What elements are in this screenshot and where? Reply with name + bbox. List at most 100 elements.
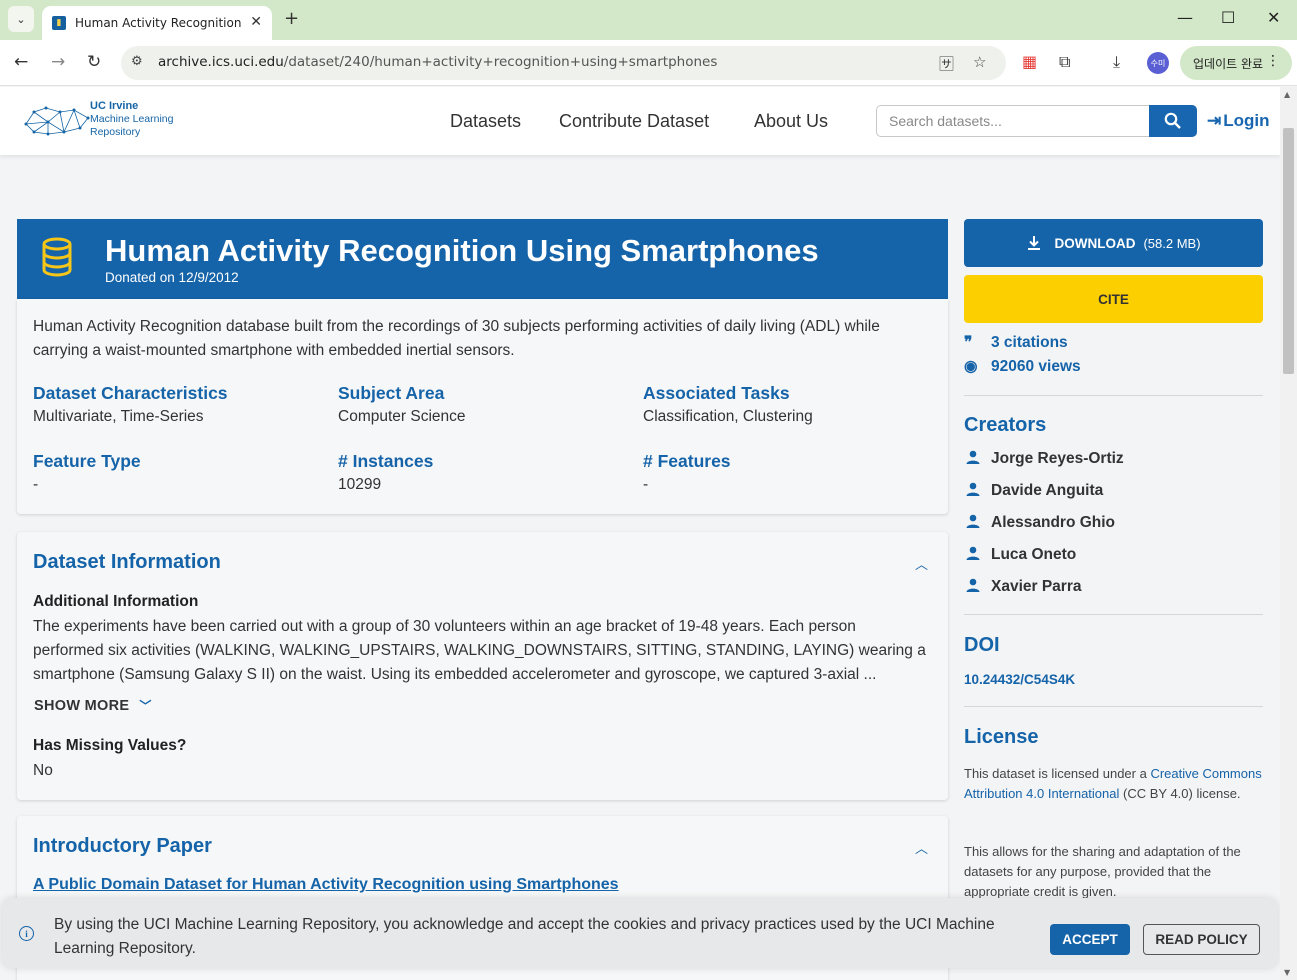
browser-toolbar: ← → ↻ ⚙ archive.ics.uci.edu/dataset/240/… [0, 40, 1297, 86]
site-header: UC Irvine Machine Learning Repository Da… [0, 87, 1280, 155]
subject-area-label: Subject Area [338, 383, 445, 403]
minimize-icon[interactable]: — [1177, 8, 1193, 27]
chevron-down-icon: ⌄ [16, 12, 26, 26]
missing-values-label: Has Missing Values? [33, 737, 187, 754]
dataset-summary-card: Human Activity Recognition database buil… [17, 299, 948, 514]
search-icon [1164, 112, 1181, 129]
person-icon [966, 482, 980, 496]
new-tab-icon[interactable]: + [284, 8, 299, 29]
search-input[interactable] [877, 106, 1149, 136]
address-bar[interactable]: ⚙ archive.ics.uci.edu/dataset/240/human+… [121, 46, 1006, 80]
download-size: (58.2 MB) [1143, 235, 1201, 251]
person-icon [966, 578, 980, 592]
creator-item: Alessandro Ghio [964, 513, 1115, 532]
scroll-up-icon[interactable]: ▲ [1284, 90, 1290, 99]
forward-icon[interactable]: → [51, 52, 65, 72]
divider [964, 395, 1263, 396]
quote-icon: ❞ [964, 334, 973, 351]
scroll-thumb[interactable] [1283, 128, 1294, 374]
info-icon: i [19, 926, 34, 941]
person-icon [966, 514, 980, 528]
associated-tasks-label: Associated Tasks [643, 383, 790, 403]
cookie-banner: i By using the UCI Machine Learning Repo… [2, 898, 1278, 968]
license-title: License [964, 726, 1039, 748]
login-label: Login [1223, 111, 1270, 130]
feature-type-label: Feature Type [33, 451, 141, 471]
scroll-down-icon[interactable]: ▼ [1284, 968, 1290, 977]
additional-information-label: Additional Information [33, 593, 199, 610]
nav-contribute-dataset[interactable]: Contribute Dataset [559, 111, 709, 132]
missing-values-value: No [33, 762, 53, 779]
divider [964, 706, 1263, 707]
characteristics-label: Dataset Characteristics [33, 383, 228, 403]
download-icon[interactable]: ⤓ [1113, 52, 1120, 72]
views-count: ◉ 92060 views [964, 358, 1081, 375]
dataset-information-card: Dataset Information ︿ Additional Informa… [17, 532, 948, 800]
database-icon [42, 237, 72, 277]
search-box [876, 105, 1197, 137]
creators-title: Creators [964, 414, 1047, 436]
nav-datasets[interactable]: Datasets [450, 111, 521, 132]
doi-title: DOI [964, 634, 1000, 656]
cite-button[interactable]: CITE [964, 275, 1263, 323]
back-icon[interactable]: ← [14, 52, 28, 72]
tab-search-button[interactable]: ⌄ [8, 6, 34, 32]
close-icon[interactable]: ✕ [250, 14, 262, 30]
download-label: DOWNLOAD [1054, 235, 1136, 251]
citations-link[interactable]: ❞ 3 citations [964, 333, 1068, 352]
read-policy-button[interactable]: READ POLICY [1143, 924, 1260, 955]
license-text: This dataset is licensed under a Creativ… [964, 766, 1262, 801]
reload-icon[interactable]: ↻ [87, 52, 101, 72]
download-button[interactable]: DOWNLOAD (58.2 MB) [964, 219, 1263, 267]
favicon-icon: ▮ [52, 16, 66, 30]
search-button[interactable] [1149, 105, 1197, 137]
update-button[interactable]: 업데이트 완료 ⋮ [1180, 46, 1292, 80]
page-scrollbar[interactable]: ▲ ▼ [1280, 87, 1297, 980]
tab-title: Human Activity Recognition U [75, 16, 243, 30]
eye-icon: ◉ [964, 358, 978, 375]
feature-type-value: - [33, 476, 39, 493]
profile-avatar[interactable]: 수미 [1147, 52, 1169, 74]
person-icon [966, 546, 980, 560]
show-more-button[interactable]: SHOW MORE ﹀ [34, 697, 152, 714]
update-label: 업데이트 완료 [1193, 56, 1264, 71]
site-info-icon[interactable]: ⚙ [131, 54, 143, 69]
window-close-icon[interactable]: ✕ [1267, 8, 1280, 27]
maximize-icon[interactable]: ☐ [1221, 8, 1235, 27]
license-note: This allows for the sharing and adaptati… [964, 844, 1241, 899]
extension-icon[interactable]: ▦ [1022, 52, 1037, 71]
translate-icon[interactable]: 🈂 [939, 53, 954, 74]
instances-label: # Instances [338, 451, 434, 471]
introductory-paper-title: Introductory Paper [33, 835, 212, 857]
page-title: Human Activity Recognition Using Smartph… [105, 233, 819, 268]
paper-link[interactable]: A Public Domain Dataset for Human Activi… [33, 876, 619, 894]
browser-tab[interactable]: ▮ Human Activity Recognition U ✕ [42, 6, 272, 40]
collapse-chevron-icon[interactable]: ︿ [915, 554, 928, 573]
bookmark-star-icon[interactable]: ☆ [973, 53, 986, 71]
subject-area-value: Computer Science [338, 408, 466, 425]
url-text: archive.ics.uci.edu/dataset/240/human+ac… [158, 54, 718, 70]
dataset-summary: Human Activity Recognition database buil… [33, 318, 880, 359]
donated-date: Donated on 12/9/2012 [105, 270, 239, 285]
logo-text[interactable]: UC Irvine Machine Learning Repository [90, 100, 173, 139]
login-link[interactable]: ⇥ Login [1207, 111, 1270, 131]
extensions-puzzle-icon[interactable]: ⧉ [1059, 52, 1070, 72]
features-value: - [643, 476, 649, 493]
doi-link[interactable]: 10.24432/C54S4K [964, 672, 1075, 687]
instances-value: 10299 [338, 476, 382, 493]
person-icon [966, 450, 980, 464]
creator-item: Luca Oneto [964, 545, 1076, 564]
nav-about-us[interactable]: About Us [754, 111, 828, 132]
chevron-down-icon: ﹀ [139, 699, 152, 713]
accept-button[interactable]: ACCEPT [1050, 924, 1130, 955]
creator-item: Davide Anguita [964, 481, 1103, 500]
additional-information-text: The experiments have been carried out wi… [33, 618, 926, 683]
collapse-chevron-icon[interactable]: ︿ [915, 838, 928, 857]
menu-dots-icon: ⋮ [1266, 53, 1280, 69]
browser-tab-bar: ⌄ ▮ Human Activity Recognition U ✕ + — ☐… [0, 0, 1297, 40]
page-content: UC Irvine Machine Learning Repository Da… [0, 87, 1280, 980]
uci-logo-icon[interactable] [24, 104, 94, 138]
creator-item: Xavier Parra [964, 577, 1082, 596]
cookie-text: By using the UCI Machine Learning Reposi… [54, 916, 995, 957]
login-icon: ⇥ [1207, 111, 1222, 130]
